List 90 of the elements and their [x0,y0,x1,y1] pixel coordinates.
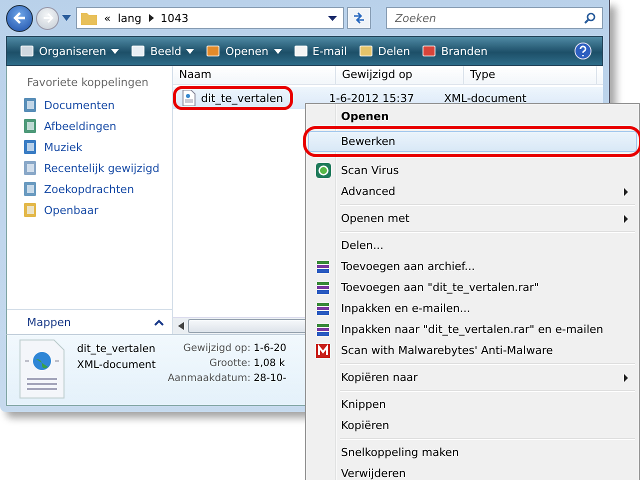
column-header[interactable]: Type [464,66,597,84]
breadcrumb-item[interactable]: 1043 [160,12,188,24]
chevron-up-icon[interactable] [154,318,164,326]
menu-item[interactable]: Verwijderen [308,463,637,480]
sidebar-link[interactable]: Afbeeldingen [44,120,116,132]
books-stack-icon [316,260,330,274]
forward-button[interactable] [36,6,59,30]
search-field[interactable]: Zoeken [386,7,603,29]
library-icon [22,97,38,113]
sidebar-link[interactable]: Openbaar [44,204,98,216]
address-bar[interactable]: « lang 1043 [76,7,344,29]
library-icon [22,118,38,134]
menu-item[interactable]: Bewerken [308,131,637,152]
library-icon [22,139,38,155]
sidebar-link[interactable]: Zoekopdrachten [44,182,134,196]
library-icon [22,202,38,218]
submenu-arrow-icon [624,214,628,222]
column-header[interactable]: Naam [173,66,336,84]
file-name-cell[interactable]: dit_te_vertalen [173,86,293,110]
library-icon [22,181,38,197]
dropdown-caret-icon [111,48,120,54]
search-icon[interactable] [584,12,596,24]
menu-item[interactable]: Knippen [308,394,637,415]
table-cell-text: 1-6-2012 15:37 [328,92,416,104]
menu-item[interactable]: Kopiëren naar [308,367,637,388]
toolbar-button[interactable]: E-mail [290,42,350,60]
toolbar-button[interactable]: Openen [203,42,285,60]
toolbar-button[interactable]: Delen [356,42,414,60]
menu-item[interactable]: Inpakken en e-mailen... [308,298,637,319]
breadcrumb-overflow[interactable]: « [104,12,111,24]
menu-item[interactable]: Inpakken naar "dit_te_vertalen.rar" en e-mailen [308,319,637,340]
folder-icon [81,11,97,25]
xml-file-icon [182,90,196,106]
menu-item[interactable]: Scan with Malwarebytes' Anti-Malware [308,340,637,361]
submenu-arrow-icon [624,188,628,196]
books-stack-icon [316,322,330,336]
library-icon [22,160,38,176]
refresh-button[interactable] [347,7,371,29]
toolbar-icon [359,44,374,58]
column-header[interactable]: Gewijzigd op [336,66,464,84]
toolbar-icon [131,44,146,58]
toolbar-icon [206,44,220,58]
sidebar-link[interactable]: Muziek [44,140,82,154]
dropdown-caret-icon[interactable] [328,16,337,20]
menu-item[interactable]: Openen met [308,208,637,229]
right-arrow-icon [42,12,54,24]
file-name: dit_te_vertalen [77,343,156,355]
submenu-arrow-icon [624,374,628,382]
toolbar-icon [422,44,436,58]
property-value: 1,08 k [254,358,286,369]
toolbar-button[interactable]: Organiseren [17,42,122,60]
books-stack-icon [316,280,330,294]
menu-item[interactable]: Scan Virus [308,160,637,181]
property-label: Gewijzigd op: [182,343,251,354]
section-heading: Favoriete koppelingen [26,75,150,91]
history-caret-icon[interactable] [62,15,71,21]
refresh-arrows-icon [352,11,366,25]
dropdown-caret-icon [186,48,194,54]
menu-item[interactable]: Toevoegen aan "dit_te_vertalen.rar" [308,277,637,298]
help-icon[interactable] [574,42,592,60]
scroll-left-icon[interactable] [178,322,184,330]
sidebar-link[interactable]: Documenten [44,98,115,112]
menu-item[interactable]: Toevoegen aan archief... [308,256,637,277]
toolbar-button[interactable]: Beeld [128,42,198,60]
breadcrumb-arrow-icon[interactable] [148,14,154,22]
property-value: 28-10- [254,373,286,384]
breadcrumb-item[interactable]: lang [118,12,142,24]
left-arrow-icon [12,11,26,25]
sidebar-link[interactable]: Recentelijk gewijzigd [44,162,160,174]
menu-item[interactable]: Kopiëren [308,415,637,436]
toolbar-icon [20,44,34,58]
property-value: 1-6-20 [254,343,286,354]
menu-item[interactable]: Advanced [308,181,637,202]
back-button[interactable] [6,4,33,32]
folders-label[interactable]: Mappen [27,316,71,328]
books-stack-icon [316,302,330,316]
toolbar-button[interactable]: Branden [419,42,491,60]
toolbar-icon [294,44,308,58]
file-type: XML-document [77,359,156,371]
table-cell-text: XML-document [443,92,528,104]
menu-item[interactable]: Delen... [308,235,637,256]
menu-item[interactable]: Openen [308,106,637,127]
shield-icon [316,163,330,178]
dropdown-caret-icon [274,48,282,54]
menu-item[interactable]: Snelkoppeling maken [308,442,637,463]
xml-document-icon [19,339,65,399]
property-label: Grootte: [208,358,251,369]
file-name: dit_te_vertalen [201,92,284,104]
property-label: Aanmaakdatum: [168,373,251,384]
m-logo-icon [316,344,330,358]
